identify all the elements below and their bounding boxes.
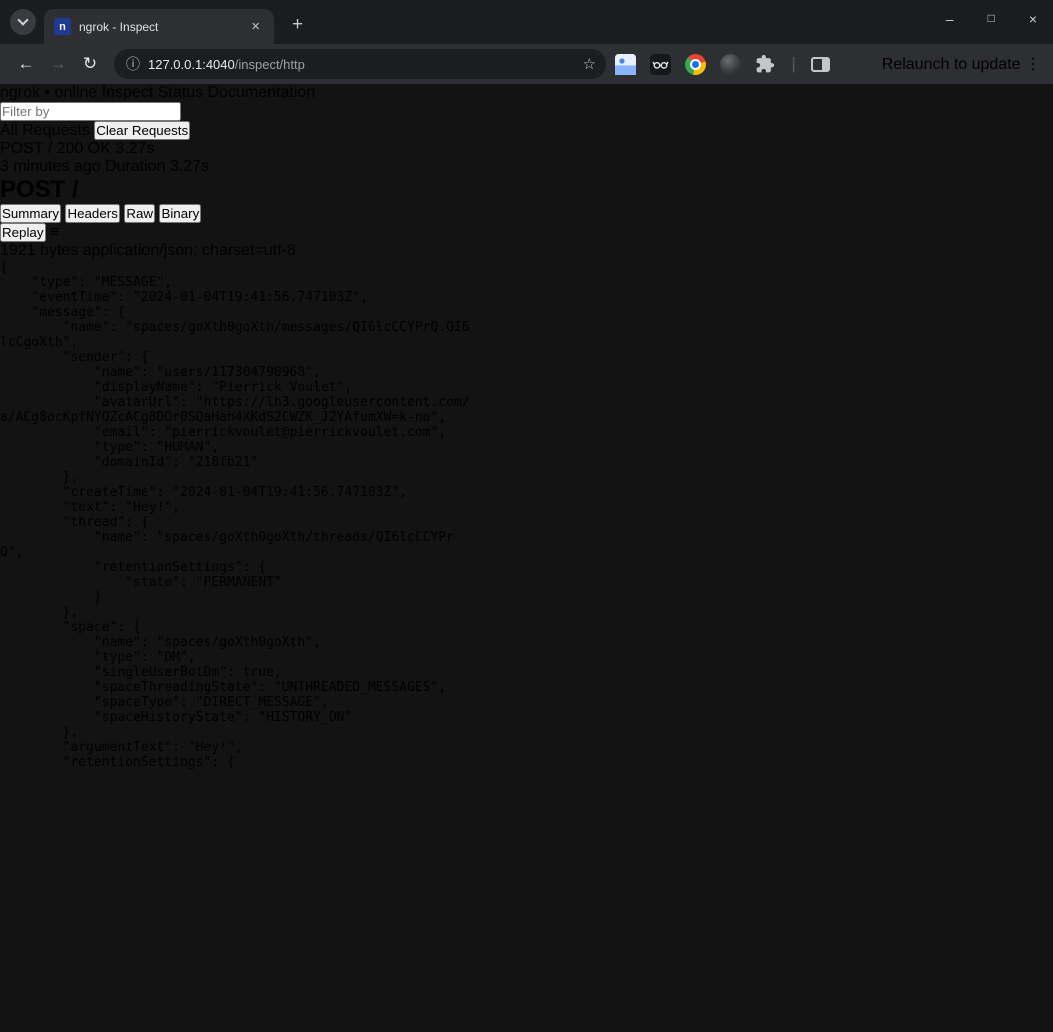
- chevron-down-icon: [17, 14, 28, 25]
- ngrok-logo: ngrok: [0, 84, 40, 101]
- request-duration: 3.27s: [115, 140, 154, 157]
- request-row[interactable]: POST / 200 OK 3.27s: [0, 140, 1053, 158]
- tunnel-status: online: [55, 84, 98, 101]
- request-status: 200 OK: [57, 140, 111, 157]
- request-time-ago: 3 minutes ago: [0, 158, 101, 175]
- url-path: /inspect/http: [235, 57, 305, 72]
- replay-menu-icon[interactable]: ≡: [50, 224, 59, 241]
- side-panel-icon[interactable]: [811, 57, 830, 72]
- duration-value: 3.27s: [170, 158, 209, 175]
- browser-toolbar: ← → ↻ ⓘ 127.0.0.1:4040/inspect/http ☆ | …: [0, 44, 1053, 84]
- ngrok-favicon-icon: n: [54, 18, 71, 35]
- request-body-block: { "type": "MESSAGE", "eventTime": "2024-…: [0, 260, 1053, 770]
- requests-panel: All Requests Clear Requests POST / 200 O…: [0, 121, 1053, 158]
- detail-tabs: Summary Headers Raw Binary Replay ≡: [0, 204, 1053, 242]
- documentation-link[interactable]: Documentation: [208, 84, 316, 101]
- replay-button-group: Replay ≡: [0, 223, 1053, 242]
- window-controls: – □ ×: [946, 11, 1053, 27]
- tab-title: ngrok - Inspect: [79, 20, 239, 34]
- extension-photos-icon[interactable]: [614, 53, 636, 75]
- browser-menu-icon[interactable]: ⋮: [1025, 56, 1041, 73]
- relaunch-label: Relaunch to update: [882, 56, 1021, 73]
- requests-header: All Requests Clear Requests: [0, 121, 1053, 140]
- ngrok-inspect-page: ngrok • online Inspect Status Documentat…: [0, 84, 1053, 770]
- extension-chrome-icon[interactable]: [684, 53, 706, 75]
- extension-dark-orb-icon[interactable]: [719, 53, 741, 75]
- requests-title: All Requests: [0, 122, 90, 139]
- maximize-button[interactable]: □: [988, 11, 995, 27]
- profile-avatar[interactable]: [843, 51, 869, 77]
- body-meta: 1921 bytes application/json; charset=utf…: [0, 242, 1053, 260]
- clear-requests-button[interactable]: Clear Requests: [94, 121, 190, 140]
- browser-titlebar: n ngrok - Inspect × + – □ ×: [0, 0, 1053, 44]
- tab-headers[interactable]: Headers: [65, 204, 119, 223]
- url-text: 127.0.0.1:4040/inspect/http: [148, 57, 305, 72]
- extension-goggles-icon[interactable]: [649, 53, 671, 75]
- content-area: All Requests Clear Requests POST / 200 O…: [0, 121, 1053, 770]
- new-tab-button[interactable]: +: [286, 14, 309, 36]
- relaunch-to-update-button[interactable]: Relaunch to update ⋮: [882, 54, 1041, 74]
- detail-header: 3 minutes ago Duration 3.27s: [0, 158, 1053, 176]
- tab-close-icon[interactable]: ×: [247, 17, 264, 36]
- minimize-button[interactable]: –: [946, 11, 954, 27]
- toolbar-right-cluster: | Relaunch to update ⋮: [614, 51, 1041, 77]
- detail-title: POST /: [0, 176, 1053, 204]
- forward-button[interactable]: →: [42, 48, 74, 80]
- address-bar[interactable]: ⓘ 127.0.0.1:4040/inspect/http ☆: [114, 49, 606, 79]
- filter-input[interactable]: [0, 102, 181, 121]
- duration-label: Duration: [105, 158, 165, 175]
- browser-tab[interactable]: n ngrok - Inspect ×: [44, 9, 274, 44]
- status-dot-icon: •: [44, 84, 50, 101]
- back-button[interactable]: ←: [10, 48, 42, 80]
- site-info-icon[interactable]: ⓘ: [126, 54, 140, 74]
- request-detail-panel: 3 minutes ago Duration 3.27s POST / Summ…: [0, 158, 1053, 770]
- request-body-json: { "type": "MESSAGE", "eventTime": "2024-…: [0, 260, 1053, 770]
- refresh-button[interactable]: ↻: [74, 48, 106, 80]
- site-header: ngrok • online Inspect Status Documentat…: [0, 84, 1053, 102]
- bookmark-star-icon[interactable]: ☆: [583, 55, 596, 73]
- url-host: 127.0.0.1:4040: [148, 57, 235, 72]
- close-window-button[interactable]: ×: [1029, 11, 1037, 27]
- nav-status[interactable]: Status: [158, 84, 203, 101]
- toolbar-separator: |: [789, 54, 797, 74]
- replay-button[interactable]: Replay: [0, 223, 46, 242]
- nav-inspect[interactable]: Inspect: [102, 84, 154, 101]
- tab-search-button[interactable]: [10, 9, 36, 35]
- tab-summary[interactable]: Summary: [0, 204, 61, 223]
- tab-raw[interactable]: Raw: [124, 204, 155, 223]
- tab-binary[interactable]: Binary: [159, 204, 201, 223]
- request-method-path: POST /: [0, 140, 52, 157]
- extensions-puzzle-icon[interactable]: [754, 53, 776, 75]
